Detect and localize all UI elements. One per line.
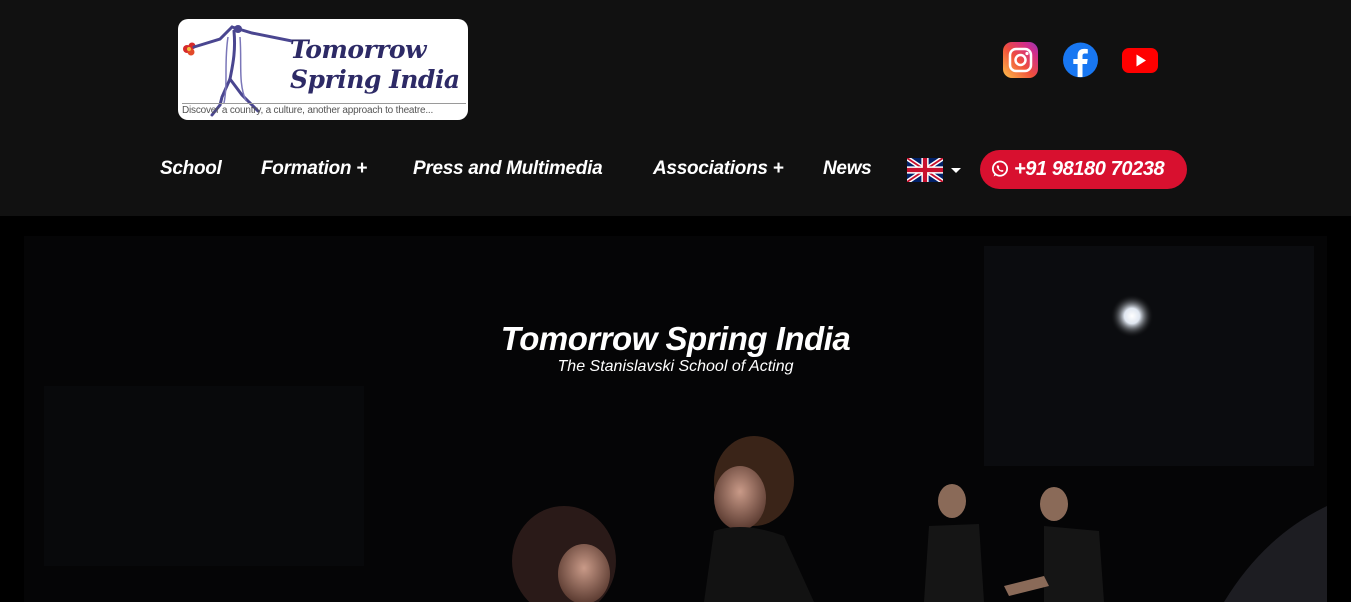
instagram-icon <box>1003 42 1038 78</box>
whatsapp-phone-button[interactable]: +91 98180 70238 <box>980 150 1187 189</box>
youtube-link[interactable] <box>1122 42 1158 78</box>
site-logo[interactable]: Tomorrow Spring India Discover a country… <box>178 19 468 120</box>
nav-item-news[interactable]: News <box>823 158 872 180</box>
nav-item-formation[interactable]: Formation + <box>261 158 367 180</box>
whatsapp-icon <box>991 160 1009 177</box>
nav-item-press-multimedia[interactable]: Press and Multimedia <box>413 158 603 180</box>
uk-flag-icon <box>905 156 945 184</box>
instagram-link[interactable] <box>1003 42 1038 78</box>
logo-title-line2: Spring India <box>290 65 460 94</box>
language-selector[interactable] <box>905 156 962 184</box>
hero-banner: Tomorrow Spring India The Stanislavski S… <box>24 236 1327 602</box>
youtube-icon <box>1122 48 1158 73</box>
logo-title-line1: Tomorrow <box>290 35 427 64</box>
logo-tagline: Discover a country, a culture, another a… <box>182 103 466 116</box>
hero-subtitle: The Stanislavski School of Acting <box>557 358 794 375</box>
nav-item-school[interactable]: School <box>160 158 222 180</box>
site-header: Tomorrow Spring India Discover a country… <box>0 0 1351 216</box>
theatre-stage-photo <box>24 236 1327 602</box>
phone-number: +91 98180 70238 <box>1014 158 1165 180</box>
facebook-icon <box>1063 42 1098 78</box>
main-nav: School Formation + Press and Multimedia … <box>0 150 1351 190</box>
nav-item-associations[interactable]: Associations + <box>653 158 784 180</box>
hero-title: Tomorrow Spring India <box>500 320 851 357</box>
facebook-link[interactable] <box>1063 42 1098 78</box>
chevron-down-icon <box>951 168 961 173</box>
logo-title: Tomorrow Spring India <box>290 35 466 95</box>
